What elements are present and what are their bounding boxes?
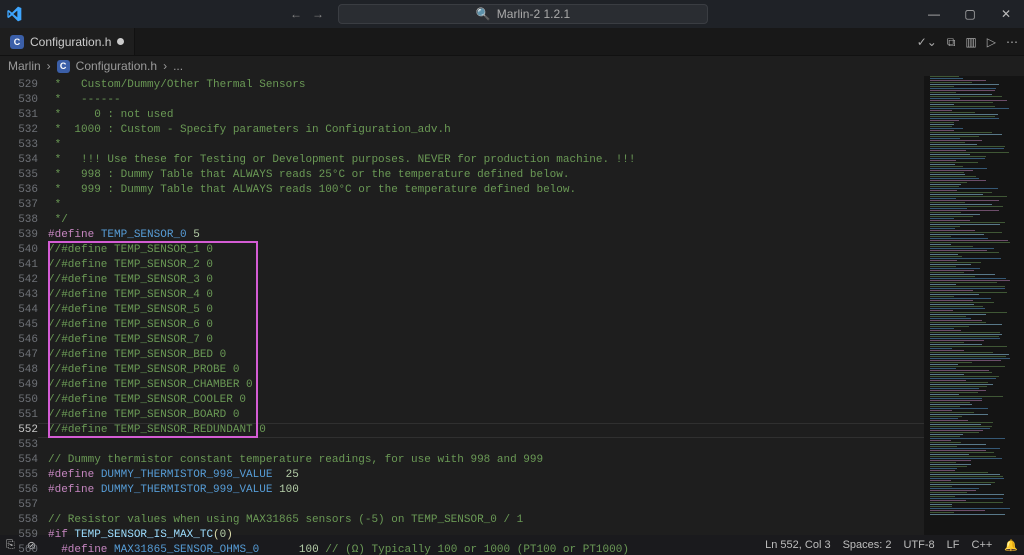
command-center-search[interactable]: 🔍 Marlin-2 1.2.1 — [338, 4, 708, 24]
code-line[interactable]: #if TEMP_SENSOR_IS_MAX_TC(0) — [48, 528, 924, 543]
line-number: 551 — [0, 408, 38, 423]
code-line[interactable]: #define DUMMY_THERMISTOR_999_VALUE 100 — [48, 483, 924, 498]
editor-area: 5295305315325335345355365375385395405415… — [0, 76, 1024, 535]
notifications-bell-icon[interactable]: 🔔 — [1004, 539, 1018, 552]
line-number: 558 — [0, 513, 38, 528]
code-line[interactable]: //#define TEMP_SENSOR_REDUNDANT 0 — [48, 423, 924, 438]
code-line[interactable]: //#define TEMP_SENSOR_BOARD 0 — [48, 408, 924, 423]
code-line[interactable]: //#define TEMP_SENSOR_CHAMBER 0 — [48, 378, 924, 393]
code-line[interactable]: * 0 : not used — [48, 108, 924, 123]
line-number: 531 — [0, 108, 38, 123]
line-number: 535 — [0, 168, 38, 183]
line-number: 534 — [0, 153, 38, 168]
code-line[interactable]: * Custom/Dummy/Other Thermal Sensors — [48, 78, 924, 93]
line-number: 533 — [0, 138, 38, 153]
split-editor-icon[interactable]: ▥ — [965, 35, 976, 49]
code-line[interactable]: //#define TEMP_SENSOR_3 0 — [48, 273, 924, 288]
line-number: 529 — [0, 78, 38, 93]
breadcrumb-folder[interactable]: Marlin — [8, 59, 41, 73]
line-number: 542 — [0, 273, 38, 288]
diff-icon[interactable]: ⧉ — [947, 35, 956, 50]
code-line[interactable]: //#define TEMP_SENSOR_PROBE 0 — [48, 363, 924, 378]
line-number: 555 — [0, 468, 38, 483]
code-line[interactable]: * 998 : Dummy Table that ALWAYS reads 25… — [48, 168, 924, 183]
window-close-button[interactable]: ✕ — [988, 0, 1024, 28]
line-number: 557 — [0, 498, 38, 513]
code-line[interactable]: * — [48, 138, 924, 153]
breadcrumb-file[interactable]: Configuration.h — [76, 59, 157, 73]
vscode-logo-icon — [6, 6, 22, 22]
status-language[interactable]: C++ — [972, 539, 993, 551]
search-label: Marlin-2 1.2.1 — [497, 7, 570, 21]
line-number: 559 — [0, 528, 38, 543]
breadcrumb[interactable]: Marlin › C Configuration.h › ... — [0, 56, 1024, 76]
line-number: 543 — [0, 288, 38, 303]
line-number: 554 — [0, 453, 38, 468]
code-line[interactable]: #define MAX31865_SENSOR_OHMS_0 100 // (Ω… — [48, 543, 924, 555]
code-line[interactable]: //#define TEMP_SENSOR_5 0 — [48, 303, 924, 318]
code-line[interactable] — [48, 438, 924, 453]
line-number: 560 — [0, 543, 38, 555]
line-number: 530 — [0, 93, 38, 108]
window-minimize-button[interactable]: — — [916, 0, 952, 28]
code-line[interactable]: * ------ — [48, 93, 924, 108]
line-number: 550 — [0, 393, 38, 408]
code-editor[interactable]: * Custom/Dummy/Other Thermal Sensors * -… — [48, 76, 924, 535]
line-number: 545 — [0, 318, 38, 333]
line-number: 547 — [0, 348, 38, 363]
code-line[interactable]: //#define TEMP_SENSOR_1 0 — [48, 243, 924, 258]
code-line[interactable]: //#define TEMP_SENSOR_BED 0 — [48, 348, 924, 363]
status-eol[interactable]: LF — [947, 539, 960, 551]
line-number: 544 — [0, 303, 38, 318]
code-line[interactable]: //#define TEMP_SENSOR_COOLER 0 — [48, 393, 924, 408]
line-number: 553 — [0, 438, 38, 453]
code-line[interactable]: //#define TEMP_SENSOR_4 0 — [48, 288, 924, 303]
code-line[interactable]: * !!! Use these for Testing or Developme… — [48, 153, 924, 168]
editor-actions: ✓⌄ ⧉ ▥ ▷ ⋯ — [917, 28, 1018, 56]
dirty-indicator-icon — [117, 38, 124, 45]
line-number: 538 — [0, 213, 38, 228]
line-number: 541 — [0, 258, 38, 273]
line-number: 556 — [0, 483, 38, 498]
line-number-gutter: 5295305315325335345355365375385395405415… — [0, 76, 48, 535]
c-file-icon: C — [10, 35, 24, 49]
tab-configuration-h[interactable]: C Configuration.h — [0, 28, 135, 55]
code-line[interactable] — [48, 498, 924, 513]
line-number: 539 — [0, 228, 38, 243]
chevron-right-icon: › — [163, 59, 167, 73]
code-line[interactable]: */ — [48, 213, 924, 228]
code-line[interactable]: * 1000 : Custom - Specify parameters in … — [48, 123, 924, 138]
line-number: 552 — [0, 423, 38, 438]
code-line[interactable]: * — [48, 198, 924, 213]
line-number: 549 — [0, 378, 38, 393]
chevron-right-icon: › — [47, 59, 51, 73]
code-line[interactable]: // Resistor values when using MAX31865 s… — [48, 513, 924, 528]
code-line[interactable]: #define DUMMY_THERMISTOR_998_VALUE 25 — [48, 468, 924, 483]
code-line[interactable]: * 999 : Dummy Table that ALWAYS reads 10… — [48, 183, 924, 198]
tab-title: Configuration.h — [30, 35, 111, 49]
code-line[interactable]: // Dummy thermistor constant temperature… — [48, 453, 924, 468]
window-maximize-button[interactable]: ▢ — [952, 0, 988, 28]
line-number: 532 — [0, 123, 38, 138]
line-number: 536 — [0, 183, 38, 198]
nav-back-icon[interactable]: ← — [290, 7, 302, 21]
code-line[interactable]: //#define TEMP_SENSOR_6 0 — [48, 318, 924, 333]
code-line[interactable]: #define TEMP_SENSOR_0 5 — [48, 228, 924, 243]
more-actions-icon[interactable]: ⋯ — [1006, 35, 1018, 49]
code-line[interactable]: //#define TEMP_SENSOR_7 0 — [48, 333, 924, 348]
breadcrumb-symbol[interactable]: ... — [173, 59, 183, 73]
line-number: 546 — [0, 333, 38, 348]
c-file-icon: C — [57, 60, 70, 73]
tab-bar: C Configuration.h ✓⌄ ⧉ ▥ ▷ ⋯ — [0, 28, 1024, 56]
code-line[interactable]: //#define TEMP_SENSOR_2 0 — [48, 258, 924, 273]
line-number: 540 — [0, 243, 38, 258]
line-number: 548 — [0, 363, 38, 378]
search-icon: 🔍 — [476, 7, 491, 21]
line-number: 537 — [0, 198, 38, 213]
title-bar: ← → 🔍 Marlin-2 1.2.1 — ▢ ✕ — [0, 0, 1024, 28]
minimap[interactable] — [924, 76, 1024, 535]
run-icon[interactable]: ▷ — [987, 35, 996, 49]
run-check-icon[interactable]: ✓⌄ — [917, 35, 937, 49]
nav-forward-icon[interactable]: → — [312, 7, 324, 21]
